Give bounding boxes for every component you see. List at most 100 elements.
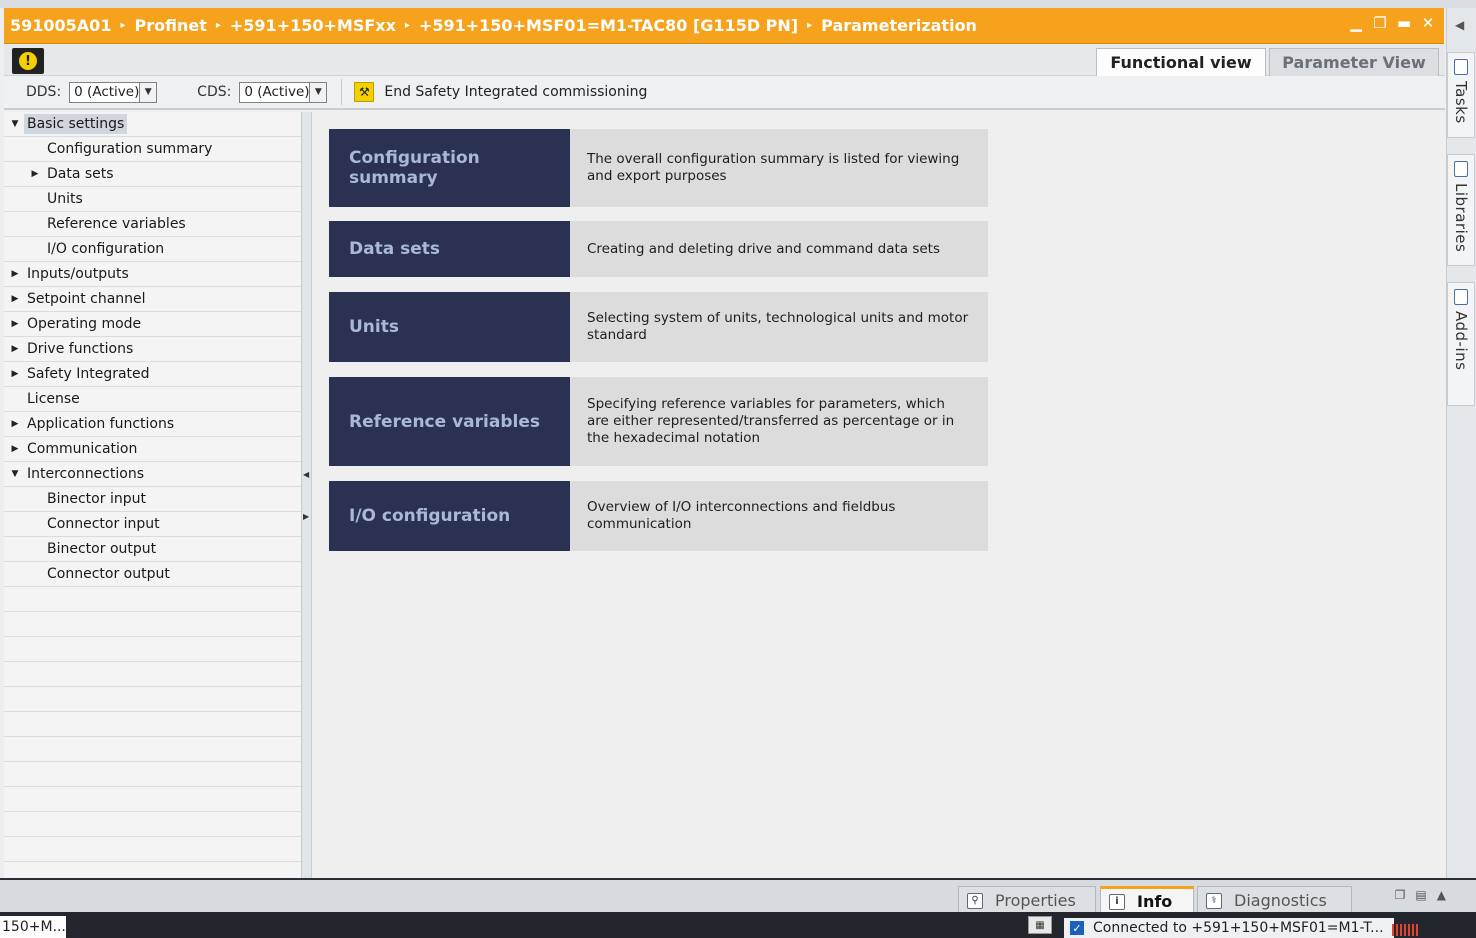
warning-icon[interactable]: ! (12, 48, 44, 74)
tree-item-communication[interactable]: ▶ Communication (4, 437, 301, 462)
tree-item-application-functions[interactable]: ▶ Application functions (4, 412, 301, 437)
breadcrumb-separator-icon: ▸ (404, 20, 410, 31)
card-title[interactable]: I/O configuration (329, 481, 570, 551)
tree-item-configuration-summary[interactable]: Configuration summary (4, 137, 301, 162)
dds-select[interactable]: 0 (Active) ▼ (69, 81, 158, 103)
tree-item-operating-mode[interactable]: ▶ Operating mode (4, 312, 301, 337)
tree-item-safety-integrated[interactable]: ▶ Safety Integrated (4, 362, 301, 387)
card-configuration-summary[interactable]: Configuration summary The overall config… (329, 129, 988, 207)
expand-right-arrow-icon[interactable]: ▶ (303, 512, 309, 521)
expanded-triangle-icon[interactable]: ▼ (9, 118, 21, 130)
breadcrumb-project[interactable]: 591005A01 (10, 16, 111, 35)
tree-item-label: Reference variables (47, 216, 186, 232)
collapsed-triangle-icon[interactable]: ▶ (9, 268, 21, 280)
tree-item-interconnections[interactable]: ▼ Interconnections (4, 462, 301, 487)
functional-view-content: Configuration summary The overall config… (313, 112, 1445, 878)
tree-empty-row (4, 812, 301, 837)
tree-item-basic-settings[interactable]: ▼ Basic settings (4, 112, 301, 137)
dropdown-arrow-icon[interactable]: ▼ (139, 82, 157, 102)
tree-item-label: Units (47, 191, 83, 207)
breadcrumb-separator-icon: ▸ (807, 20, 813, 31)
card-title[interactable]: Units (329, 292, 570, 362)
tree-item-io-configuration[interactable]: I/O configuration (4, 237, 301, 262)
tab-diagnostics[interactable]: ⚕ Diagnostics (1197, 886, 1352, 914)
tree-empty-row (4, 787, 301, 812)
collapsed-triangle-icon[interactable]: ▶ (29, 168, 41, 180)
card-data-sets[interactable]: Data sets Creating and deleting drive an… (329, 221, 988, 277)
tree-item-binector-output[interactable]: Binector output (4, 537, 301, 562)
tree-item-label: Basic settings (24, 114, 128, 134)
tree-item-reference-variables[interactable]: Reference variables (4, 212, 301, 237)
tree-item-connector-output[interactable]: Connector output (4, 562, 301, 587)
card-title[interactable]: Reference variables (329, 377, 570, 466)
collapsed-triangle-icon[interactable]: ▶ (9, 443, 21, 455)
tree-item-units[interactable]: Units (4, 187, 301, 212)
tasks-icon (1454, 59, 1468, 75)
card-description: Creating and deleting drive and command … (570, 221, 988, 277)
breadcrumb-station[interactable]: +591+150+MSFxx (230, 16, 396, 35)
card-units[interactable]: Units Selecting system of units, technol… (329, 292, 988, 362)
tree-empty-row (4, 712, 301, 737)
collapsed-triangle-icon[interactable]: ▶ (9, 418, 21, 430)
collapsed-triangle-icon[interactable]: ▶ (9, 368, 21, 380)
close-icon[interactable]: ✕ (1420, 14, 1436, 32)
tab-parameter-view[interactable]: Parameter View (1269, 48, 1439, 76)
safety-tools-icon: ⚒ (354, 82, 375, 102)
minimize-icon[interactable]: ▁ (1348, 14, 1364, 32)
tree-item-inputs-outputs[interactable]: ▶ Inputs/outputs (4, 262, 301, 287)
tree-item-setpoint-channel[interactable]: ▶ Setpoint channel (4, 287, 301, 312)
split-window-icon[interactable]: ▤ (1415, 888, 1426, 902)
tab-tasks[interactable]: Tasks (1447, 52, 1475, 138)
tab-info-label: Info (1137, 892, 1173, 911)
function-navigation-tree: ▼ Basic settings Configuration summary ▶… (4, 112, 302, 878)
tab-functional-view[interactable]: Functional view (1096, 48, 1266, 76)
tree-item-label: Binector output (47, 541, 157, 557)
card-title[interactable]: Data sets (329, 221, 570, 277)
float-window-icon[interactable]: ❐ (1395, 888, 1406, 902)
tab-libraries[interactable]: Libraries (1447, 154, 1475, 266)
collapse-left-arrow-icon[interactable]: ◀ (303, 470, 309, 479)
breadcrumb-drive[interactable]: +591+150+MSF01=M1-TAC80 [G115D PN] (419, 16, 798, 35)
tab-add-ins[interactable]: Add-ins (1447, 282, 1475, 406)
card-io-configuration[interactable]: I/O configuration Overview of I/O interc… (329, 481, 988, 551)
tree-item-license[interactable]: License (4, 387, 301, 412)
tree-item-label: Inputs/outputs (27, 266, 129, 282)
tab-info[interactable]: i Info (1100, 886, 1194, 914)
tree-item-data-sets[interactable]: ▶ Data sets (4, 162, 301, 187)
dropdown-arrow-icon[interactable]: ▼ (309, 82, 327, 102)
card-description: Selecting system of units, technological… (570, 292, 988, 362)
inspector-window-controls: ❐ ▤ ▲ (1395, 888, 1446, 902)
diagnostics-icon: ⚕ (1206, 892, 1222, 909)
expand-up-icon[interactable]: ▲ (1437, 888, 1446, 902)
tree-item-connector-input[interactable]: Connector input (4, 512, 301, 537)
tree-item-binector-input[interactable]: Binector input (4, 487, 301, 512)
tab-diagnostics-label: Diagnostics (1234, 891, 1327, 910)
open-editor-task-item[interactable]: 150+M... (0, 916, 66, 938)
collapsed-triangle-icon[interactable]: ▶ (9, 293, 21, 305)
restore-icon[interactable]: ❐ (1372, 14, 1388, 32)
card-title[interactable]: Configuration summary (329, 129, 570, 207)
breadcrumb-network[interactable]: Profinet (134, 16, 206, 35)
collapse-arrow-icon[interactable]: ◀ (1455, 18, 1464, 32)
tab-properties[interactable]: ⚲ Properties (958, 886, 1096, 914)
network-status-icon[interactable]: ▦ (1028, 916, 1052, 934)
connection-status: ✓ Connected to +591+150+MSF01=M1-T... (1064, 918, 1394, 938)
maximize-icon[interactable]: ▬ (1396, 14, 1412, 32)
tree-item-label: Safety Integrated (27, 366, 150, 382)
editor-title-bar: 591005A01 ▸ Profinet ▸ +591+150+MSFxx ▸ … (4, 8, 1444, 44)
status-bar: 150+M... ▦ ✓ Connected to +591+150+MSF01… (0, 912, 1476, 938)
tree-item-drive-functions[interactable]: ▶ Drive functions (4, 337, 301, 362)
card-reference-variables[interactable]: Reference variables Specifying reference… (329, 377, 988, 466)
end-safety-commissioning-button[interactable]: ⚒ End Safety Integrated commissioning (354, 82, 647, 102)
checkmark-icon: ✓ (1070, 921, 1084, 935)
panel-splitter[interactable]: ◀ ▶ (302, 112, 312, 878)
cds-select[interactable]: 0 (Active) ▼ (239, 81, 328, 103)
tree-item-label: Operating mode (27, 316, 142, 332)
inspector-tab-bar: ⚲ Properties i Info ⚕ Diagnostics ❐ ▤ ▲ (0, 878, 1476, 914)
cds-value: 0 (Active) (244, 84, 310, 100)
tree-item-label: Connector input (47, 516, 160, 532)
collapsed-triangle-icon[interactable]: ▶ (9, 318, 21, 330)
collapsed-triangle-icon[interactable]: ▶ (9, 343, 21, 355)
task-cards-strip: ◀ Tasks Libraries Add-ins (1446, 8, 1476, 878)
expanded-triangle-icon[interactable]: ▼ (9, 468, 21, 480)
